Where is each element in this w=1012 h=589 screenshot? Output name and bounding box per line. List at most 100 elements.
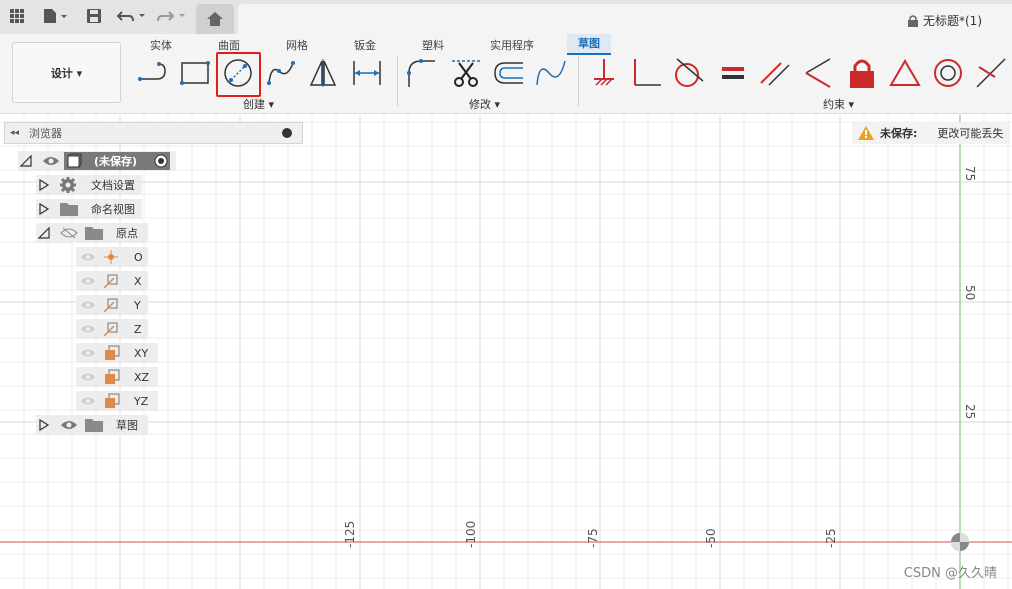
tab-mesh[interactable]: 网格 xyxy=(286,37,308,53)
mirror-tool[interactable] xyxy=(306,56,340,90)
collapsed-arrow-icon[interactable] xyxy=(39,179,49,191)
collapsed-arrow-icon[interactable] xyxy=(39,203,49,215)
coincident-constraint-tool[interactable] xyxy=(587,56,621,90)
y-tick-label: 75 xyxy=(963,166,977,182)
equal-icon xyxy=(722,67,744,79)
fix-unfix-tool[interactable] xyxy=(845,56,879,90)
workspace-design-button[interactable]: 设计 ▾ xyxy=(12,42,121,103)
visibility-eye-icon[interactable] xyxy=(60,419,78,431)
concentric-constraint-tool[interactable] xyxy=(931,56,965,90)
rectangle-tool[interactable] xyxy=(178,56,212,90)
tree-item-x-axis[interactable]: X xyxy=(76,271,148,291)
tree-item-named-views[interactable]: 命名视图 xyxy=(36,199,142,219)
hidden-eye-icon[interactable] xyxy=(80,251,96,263)
dimension-icon xyxy=(353,61,381,85)
tree-item-xy-plane[interactable]: XY xyxy=(76,343,158,363)
create-group-menu[interactable]: 创建 ▾ xyxy=(243,96,274,112)
redo-icon[interactable] xyxy=(156,5,188,27)
unsaved-notice: 未保存: 更改可能丢失 xyxy=(852,122,1010,144)
tree-root-row[interactable]: (未保存) xyxy=(18,151,176,171)
spline-tool[interactable] xyxy=(264,56,298,90)
sketch-curve-tool[interactable] xyxy=(534,56,568,90)
fillet-tool[interactable] xyxy=(404,56,438,90)
file-menu-icon[interactable] xyxy=(40,5,70,27)
offset-tool[interactable] xyxy=(492,56,526,90)
x-tick-label: -125 xyxy=(343,520,357,548)
collinear-constraint-tool[interactable] xyxy=(801,56,835,90)
hidden-eye-icon[interactable] xyxy=(60,227,78,239)
tree-item-y-axis[interactable]: Y xyxy=(76,295,148,315)
perpendicular-constraint-tool[interactable] xyxy=(630,56,664,90)
scissors-icon xyxy=(452,60,480,87)
lock-icon xyxy=(850,59,874,88)
x-tick-label: -50 xyxy=(704,528,718,548)
tree-item-yz-plane[interactable]: YZ xyxy=(76,391,158,411)
lock-icon xyxy=(908,14,918,27)
constraints-group-menu[interactable]: 约束 ▾ xyxy=(823,96,854,112)
tab-sketch[interactable]: 草图 xyxy=(567,34,611,55)
tree-item-origin[interactable]: 原点 xyxy=(36,223,148,243)
sketch-dimension-tool[interactable] xyxy=(350,56,384,90)
apps-grid-icon[interactable] xyxy=(8,5,26,27)
collapse-panel-icon[interactable]: ◂◂ xyxy=(10,128,19,138)
home-icon xyxy=(207,12,223,26)
folder-icon xyxy=(85,419,103,432)
modify-group-menu[interactable]: 修改 ▾ xyxy=(469,96,500,112)
expanded-arrow-icon[interactable] xyxy=(38,227,50,239)
document-tab[interactable]: 无标题*(1) xyxy=(238,4,1012,34)
sketch-origin-icon[interactable] xyxy=(951,533,969,551)
warning-icon xyxy=(858,126,874,140)
midpoint-constraint-tool[interactable] xyxy=(974,56,1008,90)
hidden-eye-icon[interactable] xyxy=(80,323,96,335)
tree-item-sketches[interactable]: 草图 xyxy=(36,415,148,435)
triangle-icon xyxy=(889,59,921,86)
visibility-eye-icon[interactable] xyxy=(42,155,60,167)
tab-sheet-metal[interactable]: 钣金 xyxy=(354,37,376,53)
save-icon[interactable] xyxy=(85,5,103,27)
tab-utilities[interactable]: 实用程序 xyxy=(490,37,534,53)
hidden-eye-icon[interactable] xyxy=(80,371,96,383)
triangle-constraint-tool[interactable] xyxy=(888,56,922,90)
browser-header[interactable]: ◂◂ 浏览器 xyxy=(4,122,303,144)
parallel-constraint-tool[interactable] xyxy=(758,56,792,90)
hidden-eye-icon[interactable] xyxy=(80,395,96,407)
plane-icon xyxy=(105,345,120,360)
line-icon xyxy=(138,62,166,81)
x-tick-label: -25 xyxy=(824,528,838,548)
plane-icon xyxy=(105,393,120,408)
fix-constraint-icon xyxy=(594,59,614,86)
tree-item-document-settings[interactable]: 文档设置 xyxy=(36,175,142,195)
home-tab[interactable] xyxy=(196,4,234,34)
perpendicular-icon xyxy=(634,59,661,86)
hidden-eye-icon[interactable] xyxy=(80,275,96,287)
equal-constraint-tool[interactable] xyxy=(716,56,750,90)
unsaved-message: 更改可能丢失 xyxy=(937,127,1004,140)
x-tick-label: -75 xyxy=(586,528,600,548)
origin-point-icon xyxy=(104,250,118,264)
trim-tool[interactable] xyxy=(449,56,483,90)
curve-icon xyxy=(536,60,566,86)
parallel-icon xyxy=(760,62,790,86)
hidden-eye-icon[interactable] xyxy=(80,347,96,359)
hidden-eye-icon[interactable] xyxy=(80,299,96,311)
group-separator xyxy=(578,56,579,106)
undo-icon[interactable] xyxy=(116,5,148,27)
line-tool[interactable] xyxy=(136,56,170,90)
tab-plastic[interactable]: 塑料 xyxy=(422,37,444,53)
pin-panel-icon[interactable] xyxy=(282,128,292,138)
activate-radio-icon[interactable] xyxy=(154,154,168,168)
ribbon-toolbar: 设计 ▾ 实体 曲面 网格 钣金 塑料 实用程序 草图 创建 ▾ 修改 ▾ 约束… xyxy=(0,34,1012,114)
tree-item-xz-plane[interactable]: XZ xyxy=(76,367,158,387)
tab-surface[interactable]: 曲面 xyxy=(218,37,240,53)
expanded-arrow-icon[interactable] xyxy=(20,155,32,167)
tangent-constraint-tool[interactable] xyxy=(672,56,706,90)
document-title: 无标题*(1) xyxy=(923,14,982,28)
folder-icon xyxy=(85,227,103,240)
collapsed-arrow-icon[interactable] xyxy=(39,419,49,431)
tree-item-origin-point[interactable]: O xyxy=(76,247,148,267)
y-tick-label: 50 xyxy=(963,285,977,301)
concentric-icon xyxy=(934,59,962,87)
tree-item-z-axis[interactable]: Z xyxy=(76,319,148,339)
tab-solid[interactable]: 实体 xyxy=(150,37,172,53)
group-separator xyxy=(397,56,398,106)
